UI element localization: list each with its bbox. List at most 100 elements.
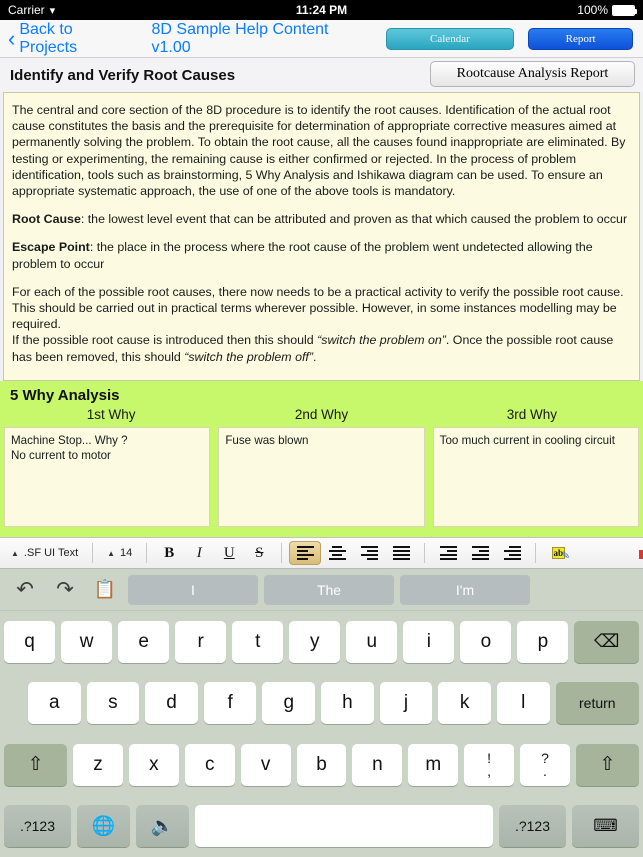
key-s[interactable]: s: [86, 682, 140, 725]
key-l[interactable]: l: [496, 682, 550, 725]
key-j[interactable]: j: [379, 682, 433, 725]
body-text-pane[interactable]: The central and core section of the 8D p…: [3, 92, 640, 381]
back-to-projects-button[interactable]: ‹ Back to Projects: [8, 21, 134, 57]
pen-icon: ✎: [560, 549, 572, 563]
shift-icon[interactable]: ⇧: [4, 743, 68, 786]
five-why-column-headers: 1st Why 2nd Why 3rd Why: [0, 407, 643, 427]
rootcause-analysis-report-button[interactable]: Rootcause Analysis Report: [430, 61, 635, 87]
prediction-item[interactable]: I'm: [400, 574, 530, 605]
back-button-label: Back to Projects: [19, 20, 78, 56]
calendar-button[interactable]: Calendar: [385, 27, 515, 50]
key-g[interactable]: g: [262, 682, 316, 725]
root-cause-text: : the lowest level event that can be att…: [80, 212, 628, 227]
key-f[interactable]: f: [203, 682, 257, 725]
align-right-icon[interactable]: [353, 541, 385, 565]
paste-icon[interactable]: 📋: [88, 575, 122, 605]
key-m[interactable]: m: [408, 743, 459, 786]
align-justify-icon[interactable]: [385, 541, 417, 565]
list-icon[interactable]: [496, 541, 528, 565]
shift-icon-right[interactable]: ⇧: [575, 743, 639, 786]
key-r[interactable]: r: [175, 620, 227, 663]
key-p[interactable]: p: [517, 620, 569, 663]
key-o[interactable]: o: [460, 620, 512, 663]
keyboard-row-3: ⇧ z x c v b n m ! , ? . ⇧: [0, 734, 643, 796]
why-card-3[interactable]: Too much current in cooling circuit: [432, 427, 639, 527]
key-n[interactable]: n: [352, 743, 403, 786]
key-y[interactable]: y: [289, 620, 341, 663]
spellcheck-icon[interactable]: ab ✎: [543, 541, 573, 565]
hide-keyboard-icon[interactable]: ⌨: [572, 805, 639, 848]
key-t[interactable]: t: [232, 620, 284, 663]
key-a[interactable]: a: [27, 682, 81, 725]
battery-percent-label: 100%: [577, 3, 608, 17]
microphone-icon[interactable]: 🔈: [136, 805, 189, 848]
keyboard-row-1: q w e r t y u i o p ⌫: [0, 611, 643, 673]
key-exclamation-comma[interactable]: ! ,: [464, 743, 515, 786]
space-key[interactable]: [195, 805, 493, 848]
why-card-1[interactable]: Machine Stop... Why ? No current to moto…: [4, 427, 211, 527]
body-paragraph-4: For each of the possible root causes, th…: [12, 284, 624, 332]
strikethrough-button[interactable]: S: [244, 541, 274, 565]
underline-button[interactable]: U: [214, 541, 244, 565]
prediction-item[interactable]: The: [264, 574, 394, 605]
why-card-2[interactable]: Fuse was blown: [218, 427, 425, 527]
five-why-title: 5 Why Analysis: [10, 387, 120, 404]
key-e[interactable]: e: [118, 620, 170, 663]
status-bar-time: 11:24 PM: [295, 3, 348, 17]
p5-part-e: .: [312, 349, 317, 364]
keyboard-row-2: a s d f g h j k l return: [0, 673, 643, 735]
key-u[interactable]: u: [346, 620, 398, 663]
format-toolbar: ▲ .SF UI Text ▲ 14 B I U S ab ✎: [0, 537, 643, 569]
document-title[interactable]: 8D Sample Help Content v1.00: [152, 21, 370, 57]
key-h[interactable]: h: [321, 682, 374, 725]
return-key[interactable]: return: [555, 682, 640, 725]
five-why-cards: Machine Stop... Why ? No current to moto…: [0, 427, 643, 527]
font-size-selector[interactable]: ▲ 14: [100, 541, 139, 565]
why-card-1-line-2: No current to motor: [11, 449, 111, 462]
toolbar-divider: [146, 543, 148, 563]
key-v[interactable]: v: [240, 743, 291, 786]
undo-icon[interactable]: ↶: [8, 575, 42, 605]
outdent-icon[interactable]: [432, 541, 464, 565]
why-card-2-line-1: Fuse was blown: [225, 434, 309, 447]
five-why-analysis-section: 5 Why Analysis 1st Why 2nd Why 3rd Why M…: [0, 381, 643, 537]
key-w[interactable]: w: [61, 620, 113, 663]
toolbar-red-marker: [639, 550, 643, 559]
bold-button[interactable]: B: [154, 541, 184, 565]
globe-icon[interactable]: 🌐: [77, 805, 130, 848]
navigation-bar: ‹ Back to Projects 8D Sample Help Conten…: [0, 20, 643, 58]
escape-point-text: : the place in the process where the roo…: [12, 240, 593, 271]
why-card-3-line-1: Too much current in cooling circuit: [439, 434, 615, 447]
chevron-left-icon: ‹: [8, 25, 16, 51]
key-b[interactable]: b: [296, 743, 347, 786]
align-left-icon[interactable]: [289, 541, 322, 565]
key-k[interactable]: k: [438, 682, 491, 725]
report-button[interactable]: Report: [528, 27, 633, 50]
redo-icon[interactable]: ↷: [48, 575, 82, 605]
p5-quote-off: “switch the problem off”: [184, 349, 313, 364]
backspace-icon[interactable]: ⌫: [574, 620, 639, 663]
align-center-icon[interactable]: [321, 541, 353, 565]
app-screen: Carrier ▾ 11:24 PM 100% ‹ Back to Projec…: [0, 0, 643, 857]
italic-button[interactable]: I: [184, 541, 214, 565]
key-d[interactable]: d: [145, 682, 198, 725]
escape-point-label: Escape Point: [12, 240, 90, 255]
numbers-key-right[interactable]: .?123: [499, 805, 566, 848]
key-x[interactable]: x: [128, 743, 179, 786]
key-z[interactable]: z: [73, 743, 123, 786]
why-header-1: 1st Why: [86, 407, 136, 422]
prediction-item[interactable]: I: [128, 574, 258, 605]
triangle-up-icon: ▲: [107, 548, 116, 558]
font-name-selector[interactable]: ▲ .SF UI Text: [4, 541, 85, 565]
why-header-3: 3rd Why: [506, 407, 557, 422]
key-i[interactable]: i: [403, 620, 455, 663]
numbers-key-left[interactable]: .?123: [4, 805, 71, 848]
key-c[interactable]: c: [184, 743, 235, 786]
key-q[interactable]: q: [4, 620, 56, 663]
body-paragraph-root-cause: Root Cause: the lowest level event that …: [12, 211, 631, 227]
font-name-label: .SF UI Text: [23, 547, 79, 559]
toolbar-divider: [281, 543, 283, 563]
indent-icon[interactable]: [464, 541, 496, 565]
key-question-period[interactable]: ? .: [520, 743, 570, 786]
status-bar: Carrier ▾ 11:24 PM 100%: [0, 0, 643, 20]
